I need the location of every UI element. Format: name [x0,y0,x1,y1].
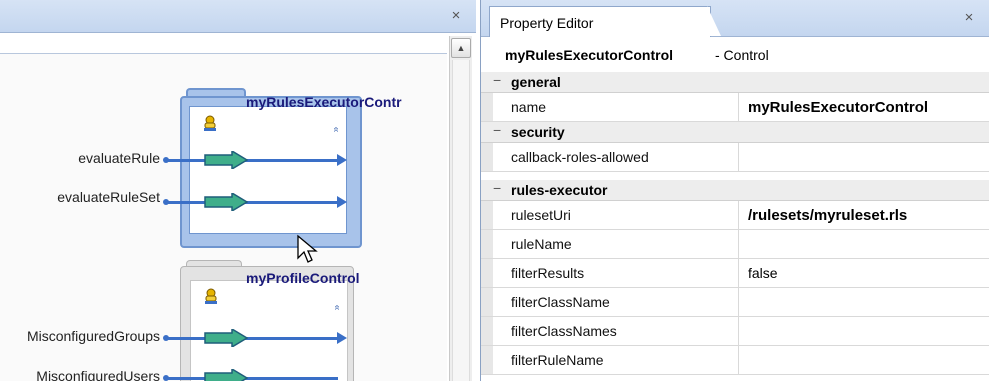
row-gutter [481,230,493,258]
collapse-control-icon[interactable]: « [331,305,342,311]
column-divider [738,143,739,171]
category-label: rules-executor [511,182,608,198]
operation-arrow-icon[interactable] [204,151,248,169]
column-divider [738,230,739,258]
property-value[interactable]: myRulesExecutorControl [748,99,928,116]
selected-control-type: - Control [715,47,769,63]
category-label: security [511,124,565,140]
arrowhead-icon [337,154,347,166]
row-gutter [481,346,493,374]
category-label: general [511,74,561,90]
collapse-category-icon[interactable]: − [493,122,501,138]
scroll-up-arrow-icon[interactable]: ▲ [451,38,471,58]
tab-edge [707,6,721,36]
close-design-panel-button[interactable]: × [446,6,466,26]
tab-property-editor[interactable]: Property Editor [489,6,711,37]
property-row-rule-name[interactable]: ruleName [481,230,989,259]
operation-label-misconfigured-groups[interactable]: MisconfiguredGroups [0,328,160,344]
operation-arrow-icon[interactable] [204,369,248,381]
column-divider [738,201,739,229]
operation-arrow-icon[interactable] [204,329,248,347]
rules-executor-control-title[interactable]: myRulesExecutorContr [246,94,450,110]
operation-link [166,337,338,340]
category-rules-executor[interactable]: − rules-executor [481,180,989,201]
bell-control-icon [205,288,217,304]
property-row-name[interactable]: name myRulesExecutorControl [481,93,989,122]
arrowhead-icon [337,332,347,344]
row-gutter [481,93,493,121]
property-name: filterRuleName [511,352,604,368]
row-gutter [481,317,493,345]
property-name: callback-roles-allowed [511,149,649,165]
property-row-filter-class-name[interactable]: filterClassName [481,288,989,317]
bell-control-icon [204,115,216,131]
column-divider [738,259,739,287]
tab-property-editor-label: Property Editor [500,15,594,31]
operation-arrow-icon[interactable] [204,193,248,211]
property-editor-title: myRulesExecutorControl - Control [481,37,989,71]
property-value[interactable]: /rulesets/myruleset.rls [748,207,907,224]
collapse-category-icon[interactable]: − [493,180,501,196]
property-name: ruleName [511,236,572,252]
design-panel-toolbar [0,33,447,54]
column-divider [738,346,739,374]
category-general[interactable]: − general [481,72,989,93]
scrollbar-thumb[interactable] [452,60,470,381]
close-property-editor-button[interactable]: × [959,8,979,28]
design-panel-header [0,0,476,33]
property-name: name [511,99,547,115]
property-name: filterResults [511,265,585,281]
selected-control-name: myRulesExecutorControl [505,47,674,63]
operation-link [166,201,338,204]
property-row-callback-roles-allowed[interactable]: callback-roles-allowed [481,143,989,172]
row-gutter [481,259,493,287]
property-value[interactable]: false [748,265,778,281]
column-divider [738,93,739,121]
category-security[interactable]: − security [481,122,989,143]
collapse-control-icon[interactable]: « [330,127,341,133]
operation-link [166,377,338,380]
mouse-pointer-icon [297,234,318,263]
property-row-ruleset-uri[interactable]: rulesetUri /rulesets/myruleset.rls [481,201,989,230]
property-row-filter-class-names[interactable]: filterClassNames [481,317,989,346]
row-gutter [481,143,493,171]
property-editor-panel: Property Editor × myRulesExecutorControl… [480,0,989,381]
property-name: filterClassName [511,294,610,310]
operation-label-evaluate-rule-set[interactable]: evaluateRuleSet [0,189,160,205]
property-row-filter-rule-name[interactable]: filterRuleName [481,346,989,375]
arrowhead-icon [337,196,347,208]
operation-link [166,159,338,162]
column-divider [738,288,739,316]
row-gutter [481,201,493,229]
property-grid: − general name myRulesExecutorControl − … [481,72,989,381]
property-row-filter-results[interactable]: filterResults false [481,259,989,288]
property-name: filterClassNames [511,323,617,339]
operation-label-misconfigured-users[interactable]: MisconfiguredUsers [0,368,160,381]
profile-control-title[interactable]: myProfileControl [246,270,360,286]
column-divider [738,317,739,345]
property-name: rulesetUri [511,207,571,223]
design-panel: × ▲ « myRulesExecutorContr evaluateRule … [0,0,476,381]
row-gutter [481,288,493,316]
operation-label-evaluate-rule[interactable]: evaluateRule [0,150,160,166]
collapse-category-icon[interactable]: − [493,72,501,88]
